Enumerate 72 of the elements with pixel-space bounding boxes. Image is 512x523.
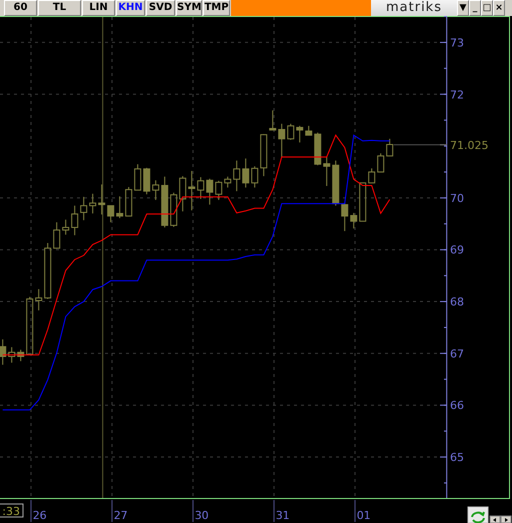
date-label: 01 [356, 509, 371, 522]
date-label: 26 [32, 509, 47, 522]
candlestick [368, 168, 376, 184]
price-label: 69 [450, 244, 464, 257]
date-label: 31 [276, 509, 290, 522]
candlestick [197, 176, 204, 200]
candlestick [0, 338, 6, 366]
date-label: 27 [114, 509, 128, 522]
candlestick [206, 178, 214, 206]
candlestick [44, 242, 52, 300]
toolbar-tab[interactable]: TL [38, 0, 81, 16]
candlestick [17, 349, 24, 362]
time-box: :33 [0, 504, 24, 518]
candlestick [341, 202, 348, 232]
price-label: 73 [450, 36, 464, 50]
candlestick [269, 110, 276, 131]
price-label: 67 [450, 347, 464, 360]
candlestick [53, 222, 60, 250]
candlestick [215, 180, 222, 200]
candlestick [224, 176, 232, 188]
candlestick [170, 192, 178, 228]
candlestick [80, 196, 88, 221]
toolbar-tab[interactable]: TMP [203, 0, 230, 16]
candlestick [305, 125, 312, 136]
candlestick [107, 205, 114, 223]
window-control[interactable]: _ [469, 0, 481, 16]
candlestick [143, 167, 150, 195]
logo: matriks [371, 0, 457, 16]
scroll-arrows-icon[interactable] [490, 516, 512, 523]
candlestick [152, 180, 160, 200]
candlestick [242, 158, 250, 188]
candlestick [233, 160, 240, 192]
candlestick [62, 219, 70, 236]
candlestick [188, 170, 196, 211]
price-label: 72 [450, 88, 464, 102]
candlestick [278, 123, 286, 158]
candlestick [71, 205, 78, 236]
candlestick [35, 288, 42, 311]
candlestick [386, 138, 394, 156]
candlestick [26, 296, 34, 356]
candlestick [116, 196, 124, 219]
candlestick [359, 182, 366, 222]
toolbar-tab[interactable]: 60 [4, 0, 37, 16]
toolbar-tab[interactable]: KHN [116, 0, 145, 16]
candlestick [350, 212, 358, 229]
price-label: 66 [450, 399, 464, 412]
window-control[interactable]: ▼ [457, 0, 469, 16]
candlestick [314, 132, 322, 166]
window-control[interactable]: □ [481, 0, 493, 16]
candlestick [332, 160, 340, 206]
candlestick [260, 134, 268, 177]
candlestick [251, 166, 258, 188]
window-control[interactable]: × [493, 0, 505, 16]
date-label: 30 [194, 509, 209, 522]
candlestick [323, 156, 330, 186]
toolbar-tab[interactable]: SVD [146, 0, 175, 16]
candlestick [125, 186, 132, 217]
toolbar-tab[interactable]: SYM [176, 0, 202, 16]
candlestick [89, 193, 96, 214]
candlestick [134, 164, 142, 191]
candlestick [287, 123, 294, 140]
candlestick [8, 346, 16, 364]
price-label: 68 [450, 296, 464, 309]
candlestick [161, 176, 168, 228]
price-label: 65 [450, 451, 464, 464]
candlestick [296, 125, 304, 143]
candlestick [98, 184, 106, 215]
toolbar-tab[interactable]: LIN [82, 0, 115, 16]
candlestick [179, 176, 186, 212]
candlestick [377, 152, 384, 172]
price-label: 70 [450, 192, 464, 205]
price-label: 71.025 [450, 138, 488, 152]
